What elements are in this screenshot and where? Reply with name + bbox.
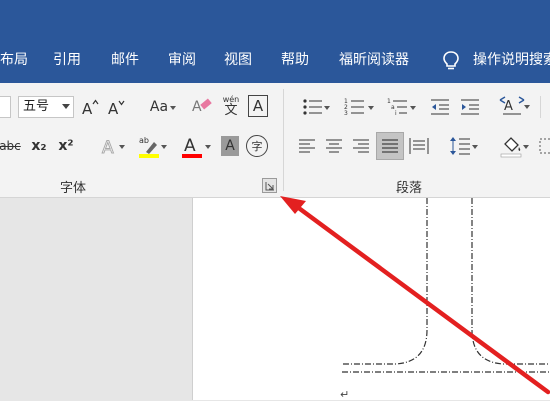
dashed-guide-right	[471, 198, 550, 365]
dashed-guide-left	[342, 198, 428, 365]
arrow-shaft	[293, 203, 550, 395]
red-arrow-annotation	[280, 196, 550, 395]
document-overlay	[280, 196, 550, 395]
paragraph-mark: ↵	[340, 388, 350, 401]
